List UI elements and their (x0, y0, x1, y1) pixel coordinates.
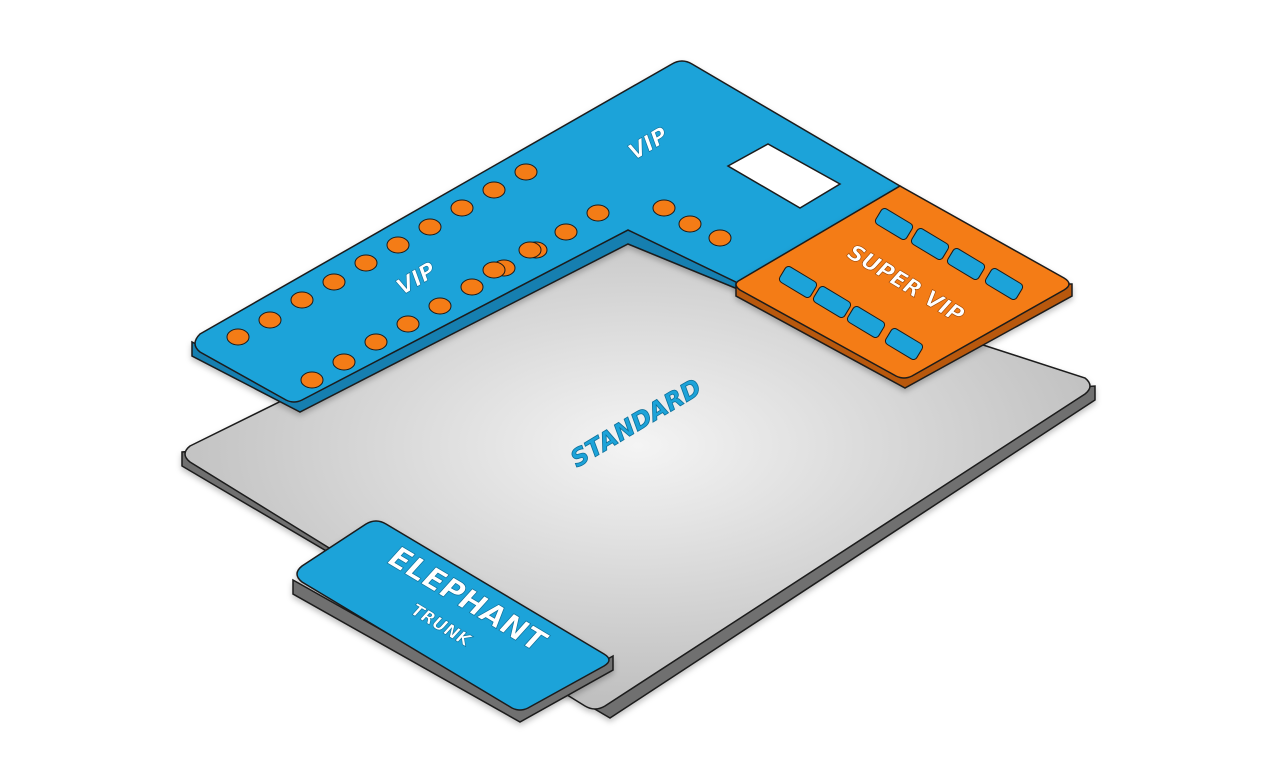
vip-seat[interactable] (482, 261, 506, 279)
vip-seat[interactable] (226, 328, 250, 346)
venue-floor-plan: STANDARD VIP VIP SUPER VIP ELEPHANT TRUN… (181, 60, 1096, 723)
vip-seat[interactable] (332, 353, 356, 371)
vip-seat[interactable] (258, 311, 282, 329)
vip-seat[interactable] (460, 278, 484, 296)
vip-seat[interactable] (554, 223, 578, 241)
vip-seat[interactable] (364, 333, 388, 351)
vip-seat[interactable] (386, 236, 410, 254)
vip-seat[interactable] (418, 218, 442, 236)
vip-seat[interactable] (514, 163, 538, 181)
vip-seat[interactable] (322, 273, 346, 291)
vip-seat[interactable] (678, 215, 702, 233)
vip-seat[interactable] (482, 181, 506, 199)
vip-seat[interactable] (428, 297, 452, 315)
vip-seat[interactable] (450, 199, 474, 217)
vip-seat[interactable] (290, 291, 314, 309)
vip-seat[interactable] (300, 371, 324, 389)
vip-seat[interactable] (708, 229, 732, 247)
vip-seat[interactable] (586, 204, 610, 222)
vip-seat[interactable] (354, 254, 378, 272)
vip-seat[interactable] (518, 241, 542, 259)
vip-seat[interactable] (652, 199, 676, 217)
vip-seat[interactable] (396, 315, 420, 333)
